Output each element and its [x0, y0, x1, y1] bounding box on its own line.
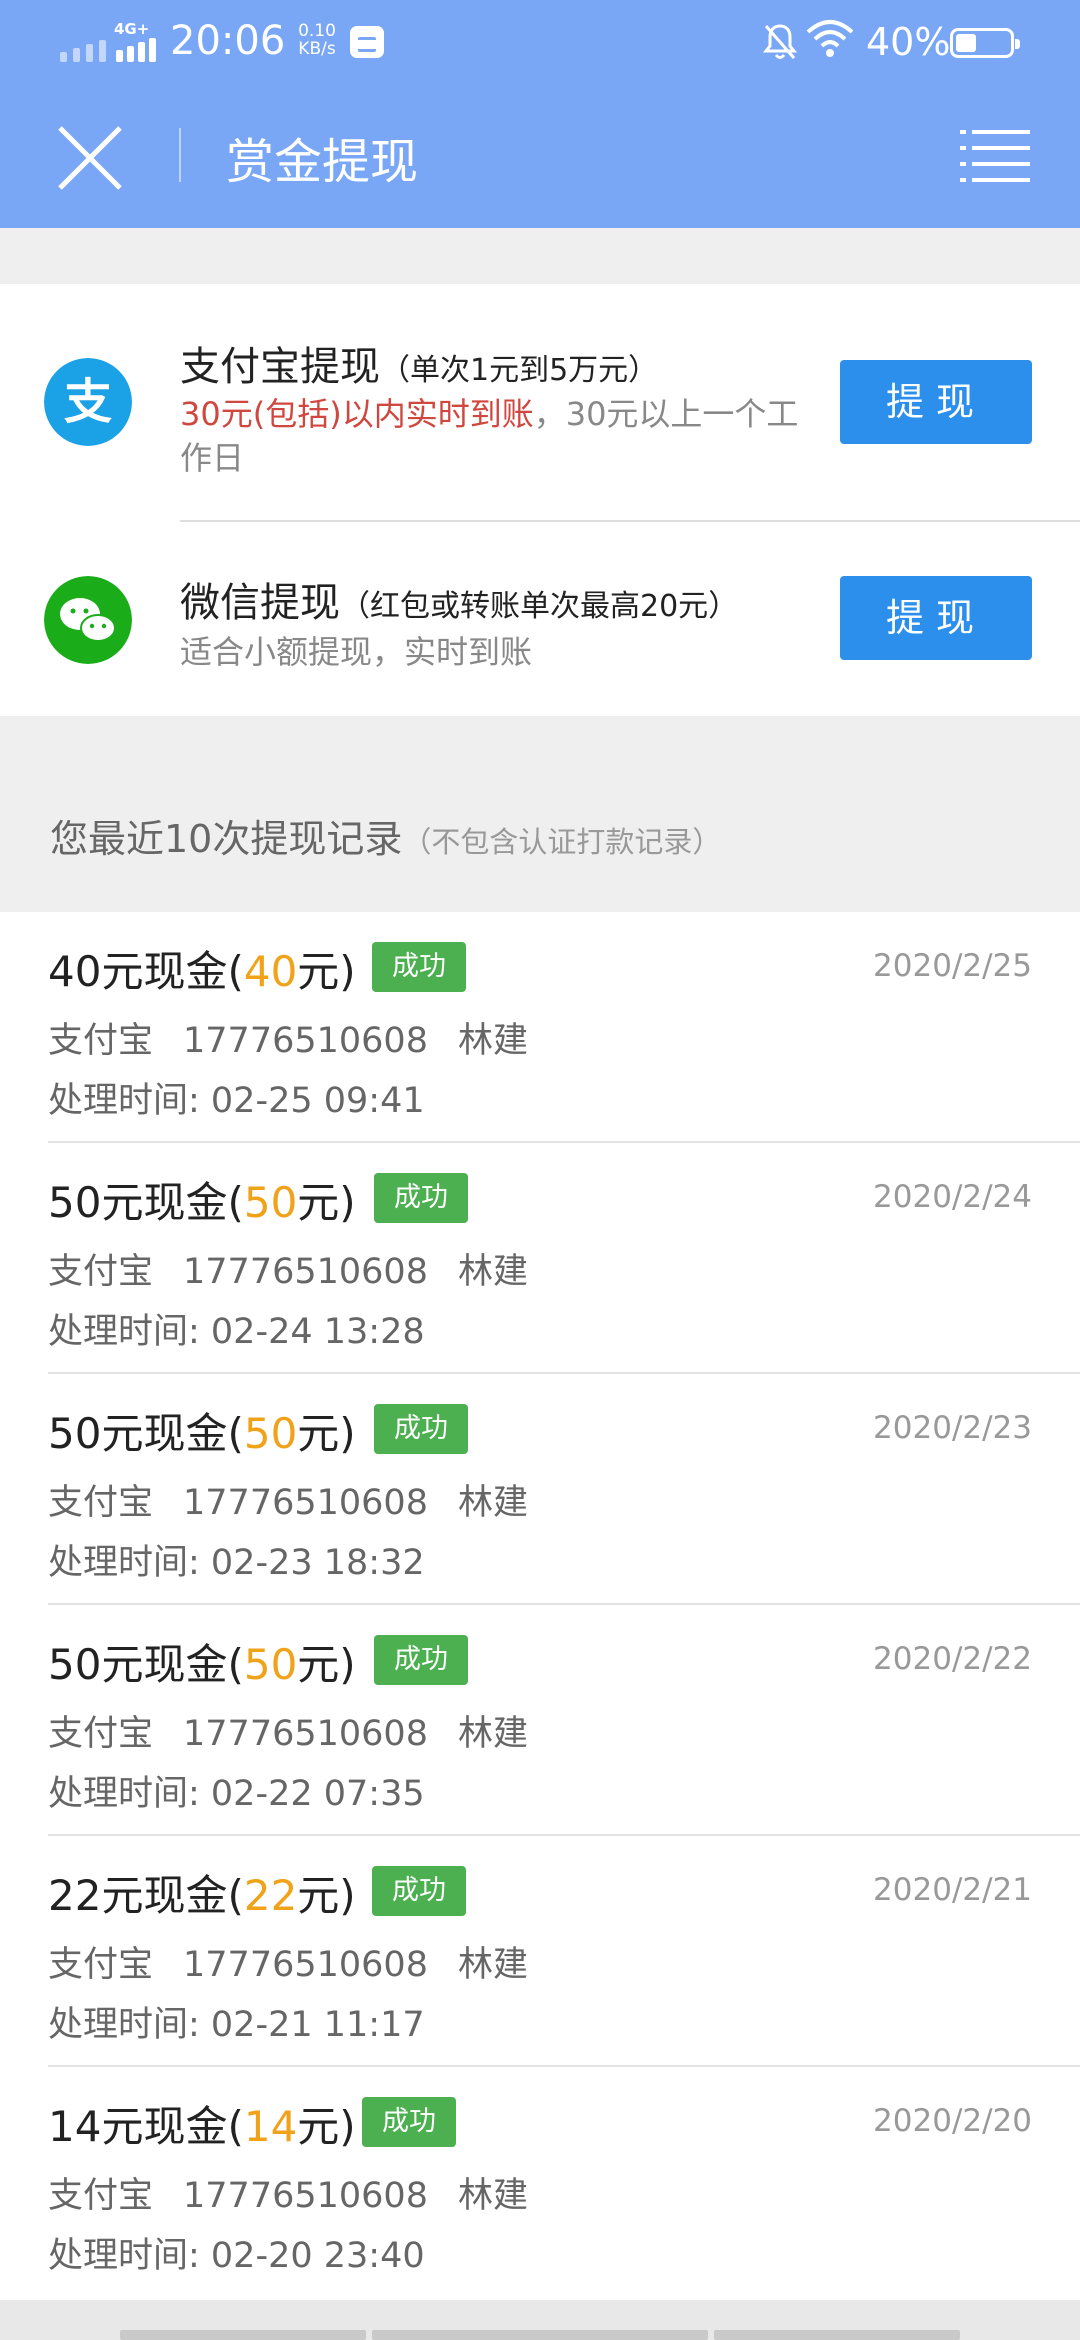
bottom-strip [0, 2300, 1080, 2340]
record-amount: 22元现金(22元) [48, 1871, 356, 1920]
status-badge: 成功 [362, 2097, 456, 2147]
records-list: 40元现金(40元) 成功 2020/2/25 支付宝 17776510608 林建… [0, 912, 1080, 2302]
wechat-withdraw-button[interactable]: 提现 [840, 576, 1032, 660]
option-divider [180, 520, 1080, 522]
record-date: 2020/2/22 [873, 1641, 1032, 1677]
status-bar: 4G+ 20:06 0.10 KB/s 40% [0, 0, 1080, 84]
wechat-desc: 适合小额提现，实时到账 [180, 633, 533, 671]
record-amount: 50元现金(50元) [48, 1640, 356, 1689]
status-badge: 成功 [374, 1635, 468, 1685]
page-title: 赏金提现 [226, 134, 419, 190]
record-date: 2020/2/21 [873, 1872, 1032, 1908]
wechat-title-text: 微信提现 [180, 580, 340, 626]
wechat-icon [44, 576, 132, 664]
record-item: 50元现金(50元) 成功 2020/2/23 支付宝 17776510608 林建… [0, 1374, 1080, 1605]
record-time: 处理时间: 02-21 11:17 [48, 2005, 425, 2045]
record-account: 支付宝 17776510608 林建 [48, 1483, 528, 1523]
record-date: 2020/2/24 [873, 1179, 1032, 1215]
mute-bell-icon [762, 24, 798, 59]
record-item: 40元现金(40元) 成功 2020/2/25 支付宝 17776510608 林建… [0, 912, 1080, 1143]
record-account: 支付宝 17776510608 林建 [48, 2176, 528, 2216]
svg-text:支: 支 [64, 374, 112, 430]
record-amount: 50元现金(50元) [48, 1178, 356, 1227]
battery-percent: 40% [866, 20, 951, 64]
record-item: 14元现金(14元) 成功 2020/2/20 支付宝 17776510608 林建… [0, 2067, 1080, 2298]
record-account: 支付宝 17776510608 林建 [48, 1945, 528, 1985]
records-title-note: （不包含认证打款记录） [402, 825, 722, 859]
alipay-desc-highlight: 30元(包括)以内实时到账 [180, 395, 534, 433]
withdraw-options: 支 支付宝提现（单次1元到5万元） 30元(包括)以内实时到账，30元以上一个工… [0, 284, 1080, 716]
record-time: 处理时间: 02-20 23:40 [48, 2236, 425, 2276]
record-date: 2020/2/25 [873, 948, 1032, 984]
wifi-icon [806, 20, 854, 57]
alipay-icon: 支 [44, 358, 132, 446]
status-badge: 成功 [374, 1173, 468, 1223]
alipay-title: 支付宝提现（单次1元到5万元） [180, 334, 658, 392]
record-item: 50元现金(50元) 成功 2020/2/22 支付宝 17776510608 林建… [0, 1605, 1080, 1836]
alipay-withdraw-button[interactable]: 提现 [840, 360, 1032, 444]
status-badge: 成功 [372, 1866, 466, 1916]
records-title-text: 您最近10次提现记录 [50, 817, 403, 861]
speed-unit: KB/s [298, 39, 336, 59]
record-amount: 40元现金(40元) [48, 947, 356, 996]
menu-icon[interactable] [960, 128, 1030, 184]
alipay-title-note: （单次1元到5万元） [380, 353, 659, 388]
record-account: 支付宝 17776510608 林建 [48, 1252, 528, 1292]
record-time: 处理时间: 02-25 09:41 [48, 1081, 425, 1121]
record-date: 2020/2/23 [873, 1410, 1032, 1446]
wechat-title-note-highlight: 20元 [640, 589, 709, 624]
network-type: 4G+ [114, 20, 150, 38]
speed-value: 0.10 [298, 21, 336, 41]
record-item: 22元现金(22元) 成功 2020/2/21 支付宝 17776510608 林建… [0, 1836, 1080, 2067]
record-time: 处理时间: 02-22 07:35 [48, 1774, 425, 1814]
wechat-title-note-post: ） [708, 589, 739, 624]
alipay-desc: 30元(包括)以内实时到账，30元以上一个工作日 [180, 392, 820, 480]
header-divider [179, 128, 181, 182]
wechat-title-note-pre: （红包或转账单次最高 [340, 589, 640, 624]
close-icon[interactable] [50, 118, 130, 198]
network-speed: 0.10 KB/s [292, 22, 342, 58]
record-account: 支付宝 17776510608 林建 [48, 1021, 528, 1061]
signal-icon: 4G+ [60, 20, 158, 62]
record-item: 50元现金(50元) 成功 2020/2/24 支付宝 17776510608 林建… [0, 1143, 1080, 1374]
status-badge: 成功 [374, 1404, 468, 1454]
app-header: 赏金提现 [0, 84, 1080, 228]
record-amount: 14元现金(14元) [48, 2102, 356, 2151]
wechat-title: 微信提现（红包或转账单次最高20元） [180, 570, 738, 628]
notification-app-icon [350, 26, 384, 58]
record-time: 处理时间: 02-23 18:32 [48, 1543, 425, 1583]
record-time: 处理时间: 02-24 13:28 [48, 1312, 425, 1352]
withdraw-page: 4G+ 20:06 0.10 KB/s 40% 赏金提现 支 支付宝提现（单次1… [0, 0, 1080, 2340]
status-time: 20:06 [170, 18, 286, 64]
alipay-title-text: 支付宝提现 [180, 344, 380, 390]
battery-icon [950, 28, 1020, 58]
record-date: 2020/2/20 [873, 2103, 1032, 2139]
status-badge: 成功 [372, 942, 466, 992]
record-account: 支付宝 17776510608 林建 [48, 1714, 528, 1754]
records-title: 您最近10次提现记录（不包含认证打款记录） [50, 808, 721, 863]
top-bar: 4G+ 20:06 0.10 KB/s 40% 赏金提现 [0, 0, 1080, 228]
record-amount: 50元现金(50元) [48, 1409, 356, 1458]
